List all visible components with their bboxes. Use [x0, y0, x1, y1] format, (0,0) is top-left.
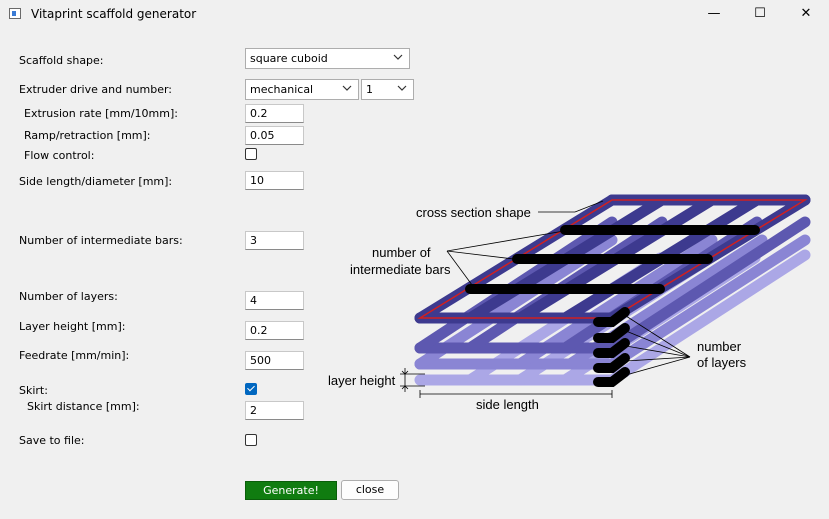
intermediate-bars-label: Number of intermediate bars:: [19, 234, 183, 247]
layer-height-label: Layer height [mm]:: [19, 320, 126, 333]
layers-label: Number of layers:: [19, 290, 118, 303]
layers-caption-line2: of layers: [697, 355, 747, 370]
save-to-file-label: Save to file:: [19, 434, 85, 447]
skirt-checkbox[interactable]: [245, 383, 257, 395]
scaffold-diagram: cross section shape number of intermedia…: [328, 194, 811, 412]
side-length-caption: side length: [476, 397, 539, 412]
ramp-retraction-label: Ramp/retraction [mm]:: [24, 129, 151, 142]
cross-section-caption: cross section shape: [416, 205, 531, 220]
extruder-drive-select[interactable]: mechanical: [245, 79, 359, 100]
extruder-drive-value: mechanical: [250, 83, 314, 96]
save-to-file-checkbox[interactable]: [245, 434, 257, 446]
skirt-label: Skirt:: [19, 384, 48, 397]
feedrate-label: Feedrate [mm/min]:: [19, 349, 130, 362]
bars-caption-line1: number of: [372, 245, 431, 260]
extrusion-rate-input[interactable]: 0.2: [245, 104, 304, 123]
scaffold-shape-label: Scaffold shape:: [19, 54, 104, 67]
side-length-label: Side length/diameter [mm]:: [19, 175, 173, 188]
close-button[interactable]: close: [341, 480, 399, 500]
extruder-number-select[interactable]: 1: [361, 79, 414, 100]
close-window-button[interactable]: ✕: [783, 0, 829, 30]
layers-input[interactable]: 4: [245, 291, 304, 310]
layers-caption-line1: number: [697, 339, 742, 354]
chevron-down-icon: [393, 54, 403, 60]
skirt-distance-input[interactable]: 2: [245, 401, 304, 420]
flow-control-label: Flow control:: [24, 149, 95, 162]
extruder-number-value: 1: [366, 83, 373, 96]
title-bar: Vitaprint scaffold generator — ☐ ✕: [0, 0, 829, 30]
extrusion-rate-label: Extrusion rate [mm/10mm]:: [24, 107, 178, 120]
bars-caption-line2: intermediate bars: [350, 262, 451, 277]
layer-height-caption: layer height: [328, 373, 396, 388]
chevron-down-icon: [342, 85, 352, 91]
window-title: Vitaprint scaffold generator: [31, 7, 197, 21]
scaffold-shape-value: square cuboid: [250, 52, 328, 65]
extruder-label: Extruder drive and number:: [19, 83, 173, 96]
ramp-retraction-input[interactable]: 0.05: [245, 126, 304, 145]
intermediate-bars-input[interactable]: 3: [245, 231, 304, 250]
minimize-button[interactable]: —: [691, 0, 737, 30]
generate-button[interactable]: Generate!: [245, 481, 337, 500]
feedrate-input[interactable]: 500: [245, 351, 304, 370]
chevron-down-icon: [397, 85, 407, 91]
maximize-button[interactable]: ☐: [737, 0, 783, 30]
layer-height-input[interactable]: 0.2: [245, 321, 304, 340]
scaffold-shape-select[interactable]: square cuboid: [245, 48, 410, 69]
flow-control-checkbox[interactable]: [245, 148, 257, 160]
app-icon: [9, 8, 21, 19]
side-length-input[interactable]: 10: [245, 171, 304, 190]
skirt-distance-label: Skirt distance [mm]:: [27, 400, 140, 413]
